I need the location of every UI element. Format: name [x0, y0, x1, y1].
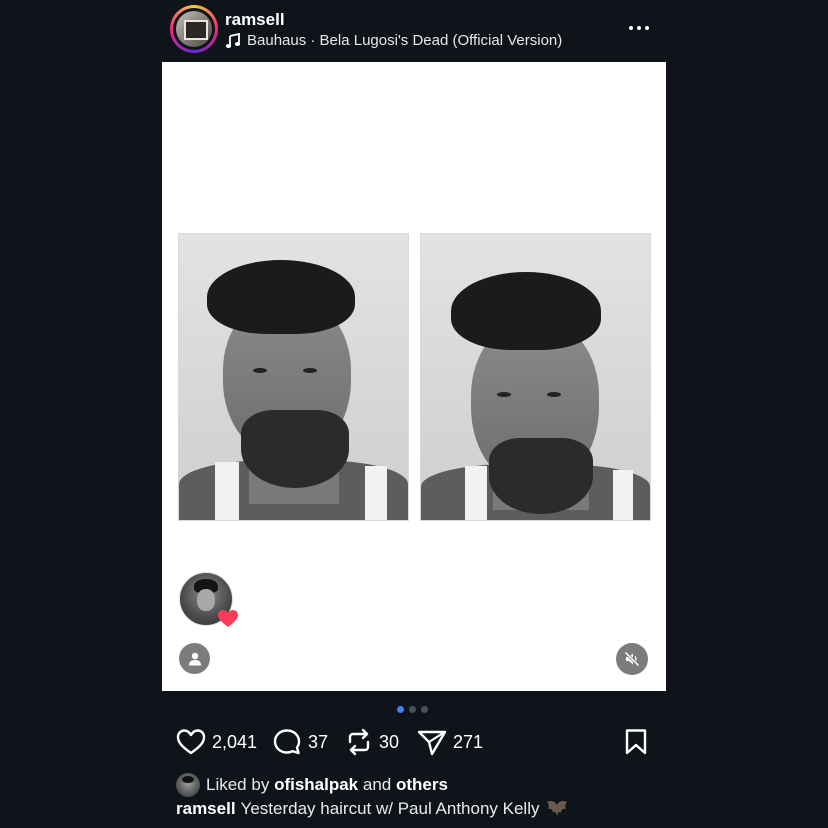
speaker-muted-icon	[624, 651, 640, 667]
user-tags-button[interactable]	[179, 643, 210, 674]
repost-icon	[348, 728, 370, 756]
carousel-dot-active	[397, 706, 404, 713]
share-button[interactable]: 271	[417, 728, 483, 756]
profile-avatar[interactable]	[170, 5, 218, 53]
post-username[interactable]: ramsell	[225, 10, 285, 30]
more-options-icon	[645, 26, 649, 30]
music-info[interactable]: Bauhaus · Bela Lugosi's Dead (Official V…	[225, 32, 562, 49]
caption-text: Yesterday haircut w/ Paul Anthony Kelly	[240, 799, 540, 818]
like-button[interactable]: 2,041	[176, 728, 257, 756]
bookmark-icon	[625, 729, 647, 755]
liked-by-connector: and	[362, 775, 392, 794]
like-count: 2,041	[212, 731, 258, 752]
carousel-dot	[421, 706, 428, 713]
carousel-dot	[409, 706, 416, 713]
caption-username[interactable]: ramsell	[176, 799, 236, 819]
avatar	[176, 11, 212, 47]
repost-count: 30	[379, 731, 400, 752]
share-count: 271	[453, 731, 484, 752]
more-options-button[interactable]	[622, 14, 656, 42]
heart-icon	[218, 610, 238, 627]
person-icon	[188, 652, 201, 665]
liked-by-others[interactable]: others	[396, 775, 448, 795]
photo-1	[178, 233, 409, 521]
comment-count: 37	[308, 731, 329, 752]
post-media[interactable]	[162, 62, 666, 691]
carousel-indicator	[397, 706, 428, 713]
avatar-ring-gap	[173, 8, 215, 50]
comment-bubble-icon	[273, 729, 301, 755]
bat-emoji-icon	[547, 801, 568, 816]
mute-button[interactable]	[616, 643, 648, 675]
heart-outline-icon	[176, 729, 206, 755]
send-icon	[417, 730, 447, 756]
save-button[interactable]	[624, 728, 648, 761]
song-title: Bauhaus · Bela Lugosi's Dead (Official V…	[247, 32, 563, 49]
more-options-icon	[629, 26, 633, 30]
caption: ramsell Yesterday haircut w/ Paul Anthon…	[176, 799, 569, 819]
liked-by-row[interactable]: Liked by ofishalpak and others	[176, 773, 448, 797]
liker-avatar[interactable]	[176, 773, 200, 797]
liked-by-user[interactable]: ofishalpak	[274, 775, 358, 795]
music-note-icon	[225, 32, 241, 48]
more-options-icon	[637, 26, 641, 30]
repost-button[interactable]: 30	[345, 728, 399, 756]
liked-by-prefix: Liked by	[206, 775, 270, 794]
comment-button[interactable]: 37	[272, 728, 328, 756]
photo-2	[420, 233, 651, 521]
